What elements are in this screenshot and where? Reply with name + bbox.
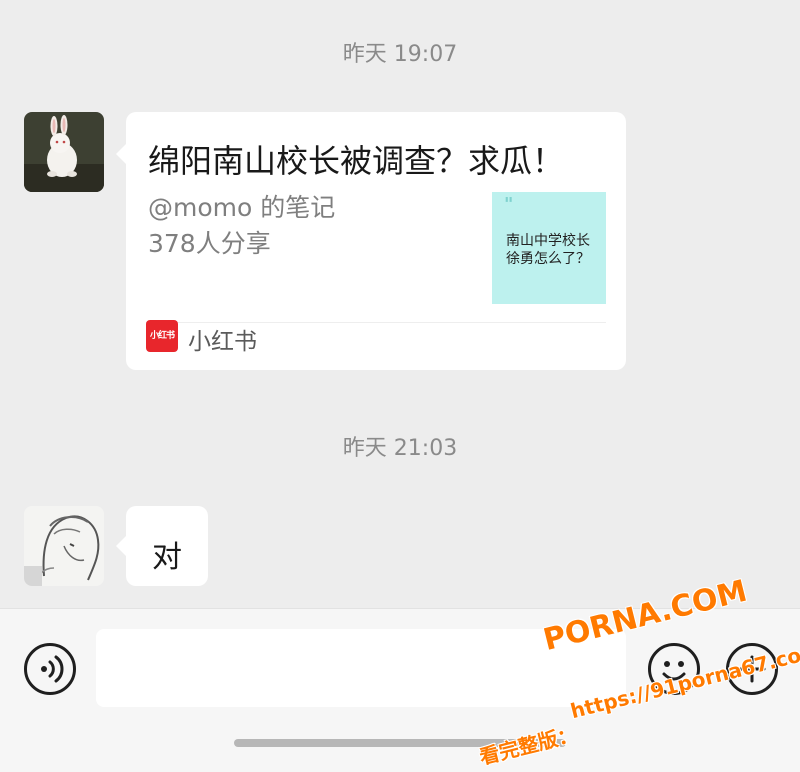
card-source-name: 小红书 [188, 329, 257, 355]
thumbnail-line: 南山中学校长 [506, 233, 590, 249]
card-share-count: 378人分享 [148, 229, 271, 258]
avatar[interactable] [24, 506, 104, 586]
quote-icon: " [504, 194, 514, 215]
avatar[interactable] [24, 112, 104, 192]
timestamp: 昨天 19:07 [342, 42, 458, 67]
timestamp: 昨天 21:03 [342, 436, 458, 461]
card-author: @momo 的笔记 [148, 193, 336, 222]
shared-note-card[interactable]: 绵阳南山校长被调查？求瓜！ @momo 的笔记 378人分享 " 南山中学校长 … [116, 112, 626, 370]
rabbit-avatar-icon [24, 112, 104, 192]
message-bubble[interactable]: 对 [116, 506, 208, 586]
sketch-portrait-avatar-icon [24, 506, 104, 586]
voice-button[interactable] [24, 643, 76, 695]
message-text: 对 [152, 540, 182, 575]
xiaohongshu-logo-icon: 小红书 [146, 320, 178, 352]
card-title: 绵阳南山校长被调查？求瓜！ [148, 142, 565, 180]
card-thumbnail: " 南山中学校长 徐勇怎么了？ [492, 192, 606, 304]
thumbnail-line: 徐勇怎么了？ [506, 251, 590, 267]
voice-icon [41, 655, 64, 683]
